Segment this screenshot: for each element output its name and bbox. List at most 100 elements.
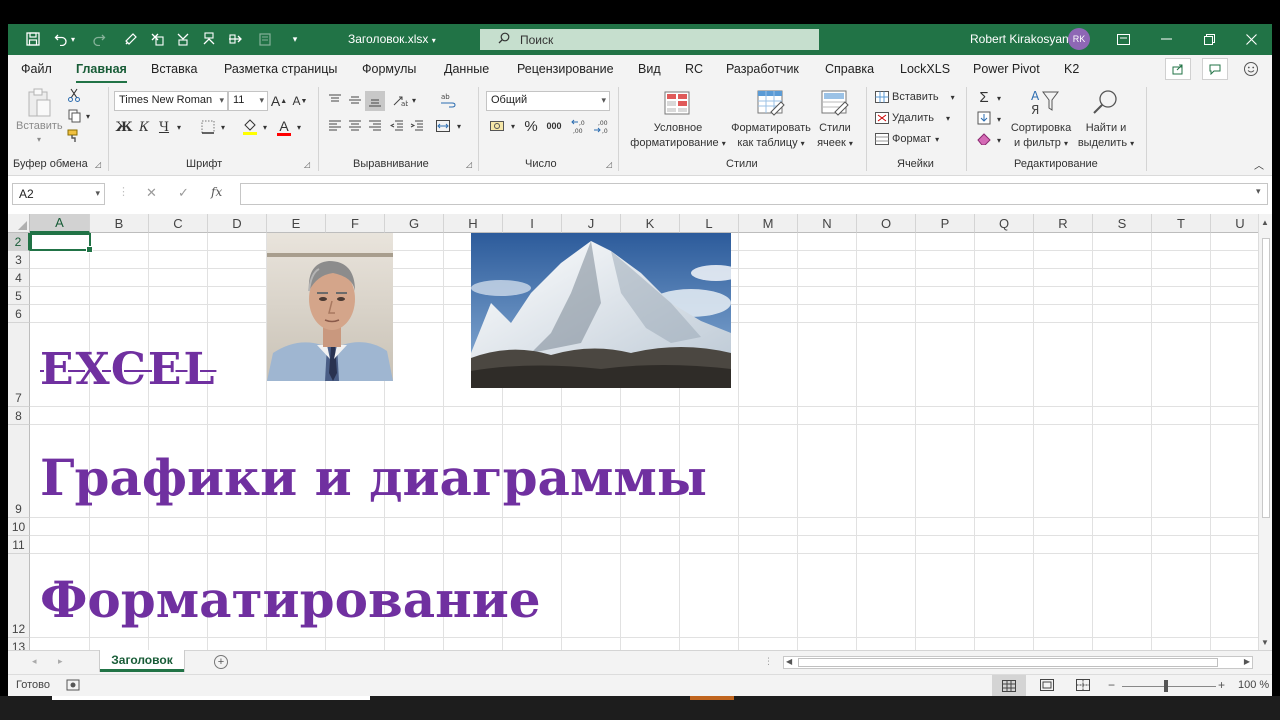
font-launcher-icon[interactable]: ◿ [304,160,310,169]
conditional-formatting-button[interactable]: Условное форматирование ▾ [628,121,728,151]
find-select-button[interactable]: Найти и выделить ▾ [1074,121,1138,151]
accounting-dropdown-icon[interactable]: ▾ [508,119,518,133]
close-icon[interactable] [1237,28,1265,50]
find-select-icon[interactable] [1090,87,1122,117]
merge-dropdown-icon[interactable]: ▾ [454,119,464,133]
cell-a12-formatting-title[interactable]: Форматирование [40,570,541,629]
cut-icon[interactable] [66,87,82,103]
copy-dropdown-icon[interactable]: ▾ [84,109,92,123]
tab-developer[interactable]: Разработчик [726,62,799,76]
share-icon[interactable] [1165,58,1191,80]
wrap-text-icon[interactable]: ab [438,90,458,110]
name-box-dropdown-icon[interactable]: ▾ [95,188,100,199]
tab-rc[interactable]: RC [685,62,703,76]
borders-dropdown-icon[interactable]: ▾ [218,119,228,135]
paste-dropdown-icon[interactable]: ▾ [37,132,41,147]
tab-lockxls[interactable]: LockXLS [900,62,950,76]
format-as-table-icon[interactable] [756,89,786,117]
align-left-icon[interactable] [326,117,344,135]
zoom-level[interactable]: 100 % [1238,679,1269,691]
mountain-image[interactable] [471,233,731,388]
column-header-f[interactable]: F [326,214,385,233]
insert-function-button[interactable]: fx [211,185,222,199]
next-sheet-icon[interactable]: ▸ [58,656,63,667]
row-header-3[interactable]: 3 [8,251,30,269]
cell-a9-charts-title[interactable]: Графики и диаграммы [40,448,707,507]
tab-k2[interactable]: K2 [1064,62,1079,76]
decrease-font-size-button[interactable]: A ▼ [291,91,309,111]
column-header-d[interactable]: D [208,214,267,233]
document-title[interactable]: Заголовок.xlsx ▾ [348,32,436,46]
print-icon[interactable] [254,29,276,49]
delete-column-icon[interactable] [146,29,168,49]
borders-icon[interactable] [198,117,218,137]
customize-qa-icon[interactable]: ▾ [284,29,306,49]
undo-dropdown-icon[interactable]: ▾ [68,29,78,49]
collapse-ribbon-icon[interactable]: ︿ [1252,157,1266,172]
percent-button[interactable]: % [522,116,540,136]
copy-icon[interactable] [66,108,82,124]
autosum-icon[interactable]: Σ [976,89,992,106]
tab-help[interactable]: Справка [825,62,874,76]
align-right-icon[interactable] [366,117,384,135]
insert-cells-button[interactable]: Вставить ▾ [892,90,955,105]
normal-view-icon[interactable] [992,675,1026,696]
tab-data[interactable]: Данные [444,62,489,76]
tab-view[interactable]: Вид [638,62,661,76]
tab-power-pivot[interactable]: Power Pivot [973,62,1040,76]
font-name-dropdown-icon[interactable]: ▾ [219,95,224,106]
tab-split-grip-icon[interactable]: ⋮ [764,656,773,667]
fill-dropdown-icon[interactable]: ▾ [994,112,1004,126]
zoom-in-button[interactable]: + [1218,678,1225,692]
page-layout-view-icon[interactable] [1040,679,1054,694]
column-header-g[interactable]: G [385,214,444,233]
horizontal-scroll-thumb[interactable] [798,658,1218,667]
font-name-combo[interactable]: Times New Roman ▾ [114,91,228,111]
fill-color-icon[interactable] [240,116,260,138]
column-header-b[interactable]: B [90,214,149,233]
insert-row-icon[interactable] [172,29,194,49]
align-bottom-icon[interactable] [365,91,385,111]
clear-icon[interactable] [976,131,992,147]
sort-filter-icon[interactable]: АЯ [1028,87,1060,117]
alignment-launcher-icon[interactable]: ◿ [466,160,472,169]
font-color-dropdown-icon[interactable]: ▾ [294,119,304,135]
scroll-right-icon[interactable]: ▶ [1244,657,1250,666]
column-header-c[interactable]: C [149,214,208,233]
sheet-tab-zagolovok[interactable]: Заголовок [100,650,184,672]
tab-review[interactable]: Рецензирование [517,62,614,76]
active-cell-a2[interactable] [30,233,93,253]
zoom-slider-thumb[interactable] [1164,680,1168,692]
row-header-2[interactable]: 2 [8,233,30,251]
format-cells-icon[interactable] [874,131,890,147]
format-cells-button[interactable]: Формат ▾ [892,132,939,147]
merge-center-icon[interactable] [434,117,452,135]
cell-styles-button[interactable]: Стили ячеек ▾ [813,121,857,151]
comma-style-button[interactable]: 000 [542,117,566,135]
column-header-i[interactable]: I [503,214,562,233]
row-header-9[interactable]: 9 [8,425,30,518]
increase-indent-icon[interactable] [408,117,426,135]
horizontal-scrollbar[interactable]: ◀ ▶ [783,656,1253,669]
delete-cells-button[interactable]: Удалить ▾ [892,111,950,126]
minimize-icon[interactable] [1152,28,1180,50]
scroll-up-icon[interactable]: ▲ [1261,218,1269,227]
user-name[interactable]: Robert Kirakosyan [970,32,1069,46]
font-size-combo[interactable]: 11 ▾ [228,91,268,111]
tab-formulas[interactable]: Формулы [362,62,416,76]
column-header-t[interactable]: T [1152,214,1211,233]
underline-button[interactable]: Ч [155,117,173,137]
confirm-entry-button[interactable]: ✓ [178,185,189,201]
conditional-formatting-icon[interactable] [662,89,692,117]
row-header-7[interactable]: 7 [8,323,30,407]
add-sheet-icon[interactable]: + [214,655,228,669]
tab-home[interactable]: Главная [76,62,127,84]
delete-row-icon[interactable] [224,29,246,49]
decrease-indent-icon[interactable] [388,117,406,135]
row-header-6[interactable]: 6 [8,305,30,323]
autosave-icon[interactable] [22,29,44,49]
scroll-down-icon[interactable]: ▼ [1261,638,1269,647]
column-header-p[interactable]: P [916,214,975,233]
delete-cells-icon[interactable] [874,110,890,126]
row-header-11[interactable]: 11 [8,536,30,554]
